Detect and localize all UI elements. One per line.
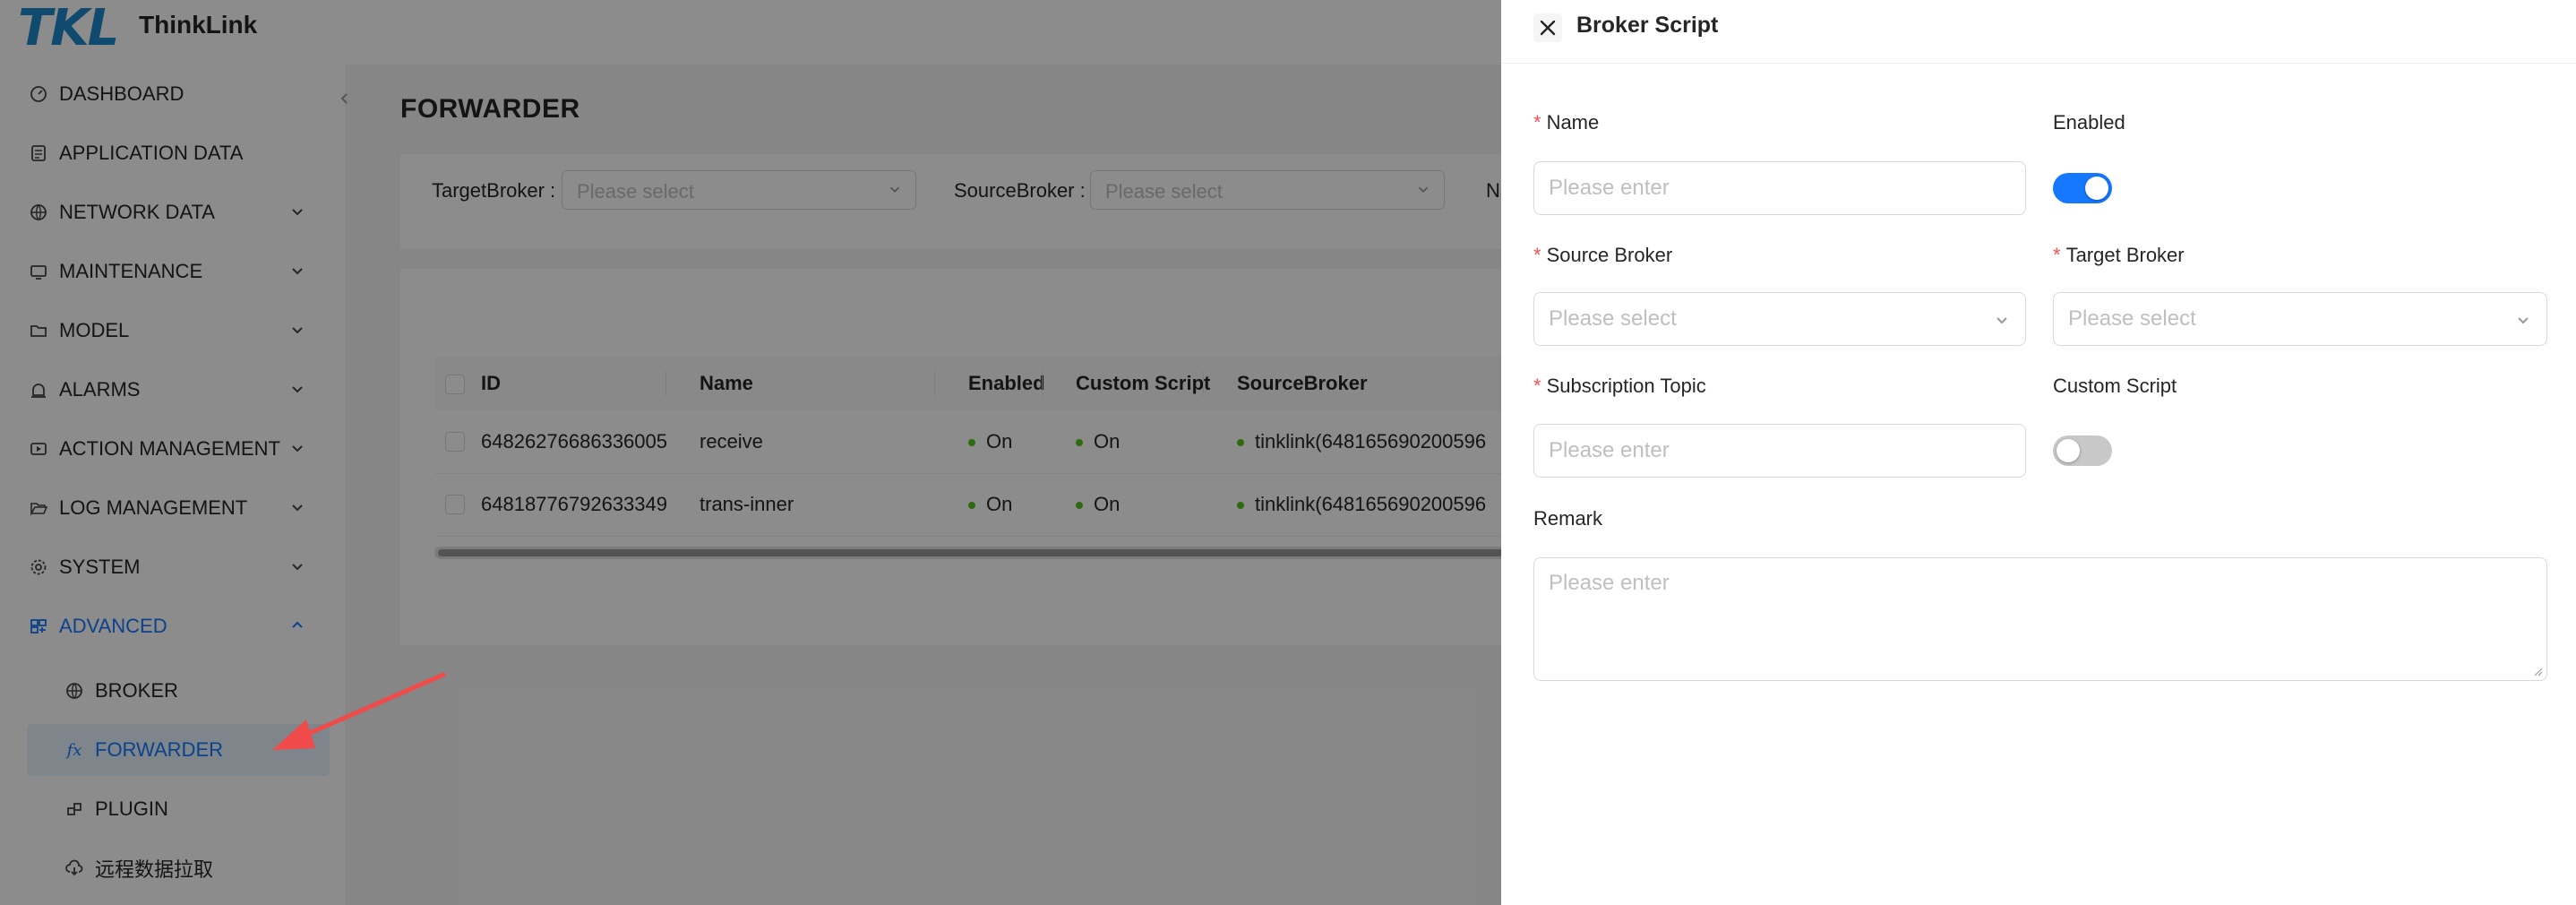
custom-script-label: Custom Script — [2053, 375, 2177, 397]
subscription-topic-placeholder: Please enter — [1549, 438, 1670, 462]
required-mark: * — [2053, 244, 2061, 266]
drawer-header: Broker Script — [1501, 0, 2576, 64]
chevron-down-icon — [2518, 317, 2529, 324]
subscription-topic-input[interactable]: Please enter — [1533, 424, 2026, 478]
enabled-label: Enabled — [2053, 111, 2125, 134]
remark-placeholder: Please enter — [1549, 571, 1670, 595]
drawer-mask[interactable] — [0, 0, 1501, 905]
toggle-knob — [2085, 177, 2108, 200]
name-label-text: Name — [1546, 111, 1600, 134]
enabled-toggle[interactable] — [2053, 173, 2112, 203]
subscription-topic-label-text: Subscription Topic — [1546, 375, 1706, 397]
target-broker-label-text: Target Broker — [2065, 244, 2185, 266]
name-input[interactable]: Please enter — [1533, 161, 2026, 215]
chevron-down-icon — [1996, 317, 2007, 324]
name-label: * Name — [1533, 111, 1599, 134]
drawer-title: Broker Script — [1576, 13, 1719, 38]
toggle-knob — [2057, 439, 2080, 462]
subscription-topic-label: * Subscription Topic — [1533, 375, 1706, 398]
remark-textarea[interactable]: Please enter — [1533, 557, 2547, 681]
name-input-placeholder: Please enter — [1549, 176, 1670, 200]
target-broker-label: * Target Broker — [2053, 244, 2185, 267]
target-broker-placeholder: Please select — [2068, 306, 2196, 331]
required-mark: * — [1533, 244, 1541, 266]
source-broker-label-text: Source Broker — [1546, 244, 1673, 266]
target-broker-select[interactable]: Please select — [2053, 292, 2547, 346]
resize-handle-icon[interactable] — [2532, 666, 2543, 677]
source-broker-select[interactable]: Please select — [1533, 292, 2026, 346]
annotation-arrow-icon — [272, 672, 446, 750]
source-broker-label: * Source Broker — [1533, 244, 1672, 267]
source-broker-placeholder: Please select — [1549, 306, 1677, 331]
required-mark: * — [1533, 375, 1541, 397]
broker-script-drawer: Broker Script * Name Please enter Enabled… — [1501, 0, 2576, 905]
remark-label: Remark — [1533, 507, 1603, 530]
required-mark: * — [1533, 111, 1541, 134]
close-icon[interactable] — [1533, 13, 1562, 42]
custom-script-toggle[interactable] — [2053, 435, 2112, 466]
